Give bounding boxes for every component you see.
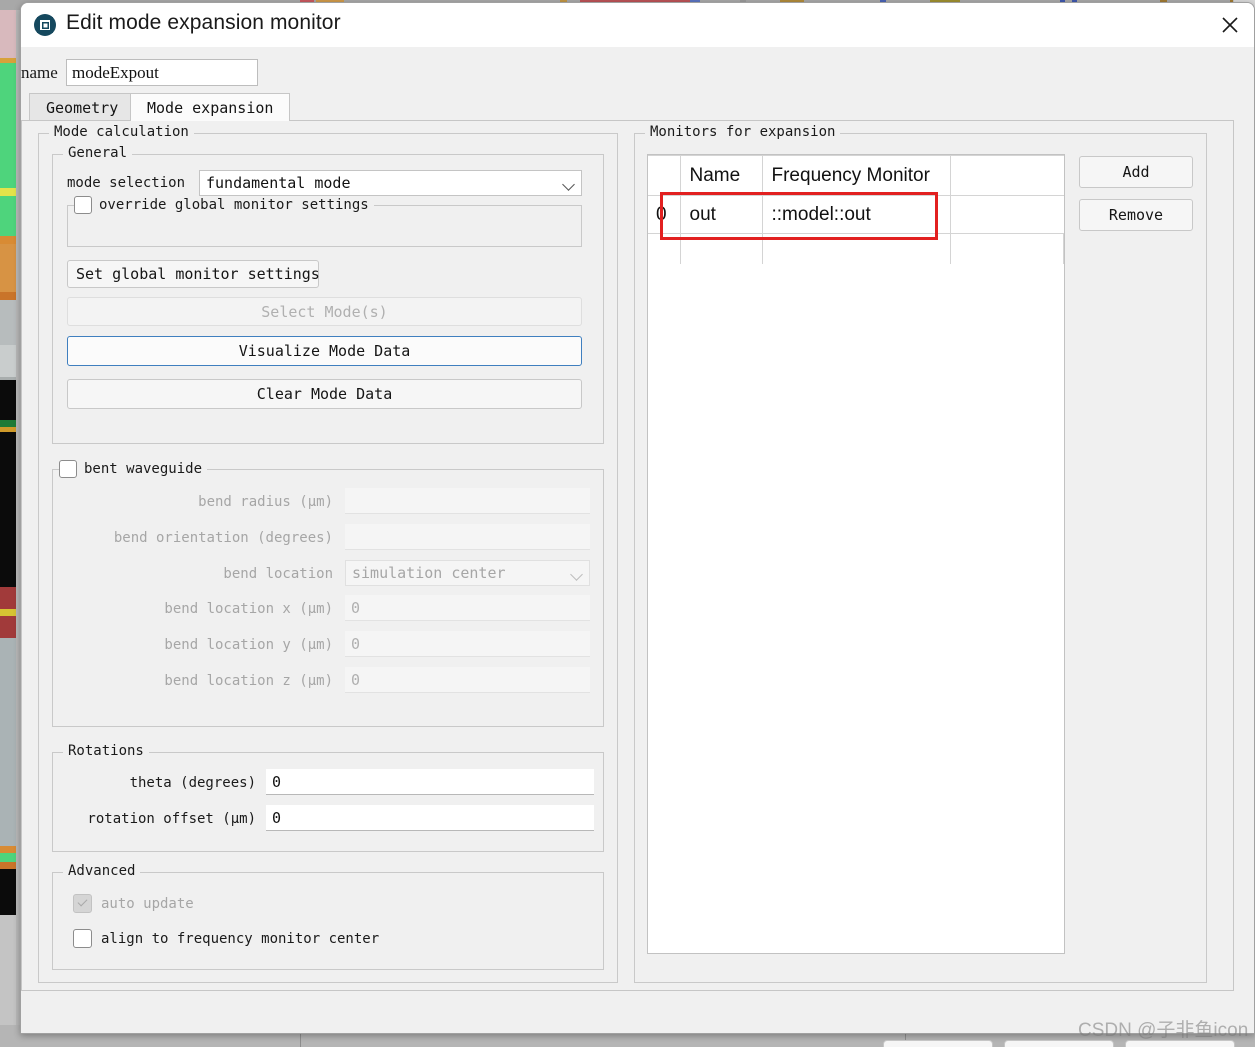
column-header-name: Name [679, 155, 763, 196]
auto-update-checkbox [73, 894, 92, 913]
background-strip-segment [0, 420, 16, 427]
dialog-body: name Geometry Mode expansion Mode calcul… [21, 47, 1254, 1047]
bend-radius-input [345, 488, 590, 514]
background-strip-segment [0, 236, 16, 244]
column-header-frequency-monitor: Frequency Monitor [761, 155, 951, 196]
advanced-title: Advanced [63, 863, 141, 879]
override-global-title: override global monitor settings [74, 196, 374, 214]
bend-location-y-input [345, 631, 590, 657]
background-strip-segment [0, 638, 16, 846]
bent-waveguide-group: bent waveguide bend radius (μm) bend ori… [52, 460, 604, 727]
bend-location-z-input [345, 667, 590, 693]
name-input[interactable] [66, 59, 258, 86]
background-strip-segment [0, 862, 16, 869]
mode-calculation-group: Mode calculation General mode selection … [38, 124, 618, 983]
general-title: General [63, 145, 133, 161]
background-strip-segment [0, 380, 16, 420]
theta-label: theta (degrees) [129, 775, 256, 791]
mode-selection-combo[interactable]: fundamental mode [199, 170, 582, 196]
table-empty-row [648, 233, 1064, 264]
background-strip-segment [0, 244, 16, 292]
bend-location-x-label: bend location x (μm) [164, 601, 333, 617]
monitors-for-expansion-title: Monitors for expansion [645, 124, 841, 140]
table-header-row: Name Frequency Monitor [648, 155, 1064, 196]
monitors-table-container[interactable]: Name Frequency Monitor 0 out ::model::ou… [647, 154, 1065, 954]
row-index: 0 [648, 195, 681, 234]
close-icon[interactable] [1206, 3, 1254, 47]
rotation-offset-label: rotation offset (μm) [87, 811, 256, 827]
screen: Ad Se Edit mode expansion monitor [0, 0, 1255, 1047]
background-strip-segment [0, 292, 16, 300]
mode-calculation-title: Mode calculation [49, 124, 194, 140]
bend-location-combo: simulation center [345, 560, 590, 586]
mode-expansion-panel: Mode calculation General mode selection … [21, 121, 1234, 991]
bend-orientation-input [345, 524, 590, 550]
background-strip-segment [0, 869, 16, 915]
bend-location-value: simulation center [352, 564, 506, 582]
override-global-group: override global monitor settings [67, 196, 582, 247]
bend-location-label: bend location [223, 566, 333, 582]
remove-button[interactable]: Remove [1079, 199, 1193, 231]
auto-update-label: auto update [101, 896, 194, 912]
chevron-down-icon [570, 568, 583, 581]
background-strip-segment [0, 300, 16, 345]
clear-mode-data-button[interactable]: Clear Mode Data [67, 379, 582, 409]
background-strip-segment [0, 345, 16, 377]
row-frequency-monitor[interactable]: ::model::out [761, 195, 951, 234]
background-strip-segment [0, 609, 16, 616]
general-group: General mode selection fundamental mode … [52, 145, 604, 444]
background-strip-segment [0, 616, 16, 638]
bent-waveguide-title: bent waveguide [59, 460, 208, 478]
tab-geometry[interactable]: Geometry [29, 93, 136, 121]
rotations-group: Rotations theta (degrees) rotation offse… [52, 743, 604, 852]
bend-location-x-input [345, 595, 590, 621]
edit-mode-expansion-monitor-dialog: Edit mode expansion monitor name Geometr… [20, 2, 1255, 1047]
bend-orientation-label: bend orientation (degrees) [113, 530, 333, 546]
background-strip-segment [0, 63, 16, 188]
row-pad [949, 195, 1064, 234]
override-global-label: override global monitor settings [99, 197, 369, 213]
background-strip-segment [0, 853, 16, 862]
tab-bar: Geometry Mode expansion [21, 93, 1234, 121]
add-button[interactable]: Add [1079, 156, 1193, 188]
rotations-title: Rotations [63, 743, 149, 759]
mode-selection-label: mode selection [67, 175, 186, 191]
align-to-frequency-monitor-center-checkbox[interactable] [73, 929, 92, 948]
align-to-frequency-monitor-center-label: align to frequency monitor center [101, 931, 380, 947]
background-strip-segment [0, 188, 16, 196]
tab-mode-expansion[interactable]: Mode expansion [130, 93, 291, 121]
background-strip-segment [0, 846, 16, 853]
column-header-index [648, 155, 681, 196]
select-modes-button: Select Mode(s) [67, 297, 582, 326]
background-strip-segment [0, 432, 16, 587]
window-title: Edit mode expansion monitor [66, 11, 341, 34]
background-color-strip [0, 0, 16, 1047]
name-label: name [21, 63, 58, 82]
row-name[interactable]: out [679, 195, 763, 234]
bend-location-z-label: bend location z (μm) [164, 673, 333, 689]
theta-input[interactable] [266, 769, 594, 795]
title-bar: Edit mode expansion monitor [21, 3, 1254, 47]
monitors-table: Name Frequency Monitor 0 out ::model::ou… [648, 155, 1064, 264]
cancel-button[interactable]: Cancel [1125, 1040, 1235, 1047]
override-global-checkbox[interactable] [74, 196, 92, 214]
column-header-pad [949, 155, 1064, 196]
bent-waveguide-checkbox[interactable] [59, 460, 77, 478]
app-window-icon [33, 13, 57, 37]
table-row: 0 out ::model::out [648, 195, 1064, 234]
apply-button[interactable]: Apply [1004, 1040, 1114, 1047]
bend-location-y-label: bend location y (μm) [164, 637, 333, 653]
set-global-monitor-settings-button[interactable]: Set global monitor settings [67, 260, 320, 288]
rotation-offset-input[interactable] [266, 805, 594, 831]
mode-selection-value: fundamental mode [206, 174, 351, 192]
ok-button[interactable]: OK [883, 1040, 993, 1047]
bend-radius-label: bend radius (μm) [198, 494, 333, 510]
visualize-mode-data-button[interactable]: Visualize Mode Data [67, 336, 582, 366]
background-strip-segment [0, 587, 16, 609]
bent-waveguide-label: bent waveguide [84, 461, 203, 477]
monitors-for-expansion-group: Monitors for expansion Name Frequency Mo… [634, 124, 1207, 983]
background-strip-segment [0, 196, 16, 236]
advanced-group: Advanced auto update align to frequency … [52, 863, 604, 970]
chevron-down-icon [562, 178, 575, 191]
